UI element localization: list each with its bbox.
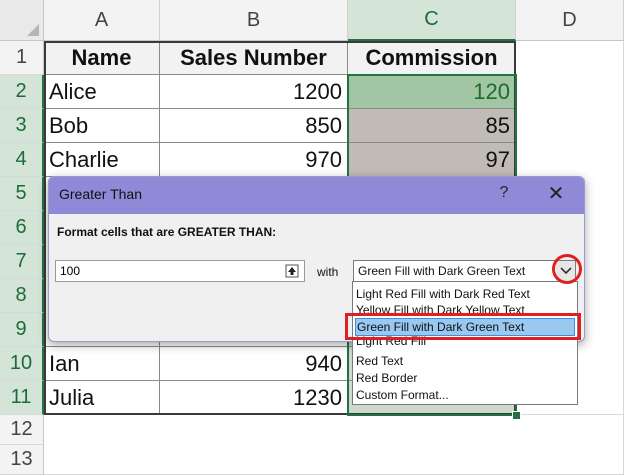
fill-handle[interactable] (512, 411, 521, 420)
column-header-a[interactable]: A (44, 0, 160, 41)
cell-b4[interactable]: 970 (160, 143, 348, 177)
empty-rows-12-13[interactable] (44, 415, 624, 475)
dropdown-option[interactable]: Red Border (355, 370, 576, 386)
dropdown-option[interactable]: Red Text (355, 353, 576, 369)
header-cell-commission[interactable]: Commission (348, 41, 516, 75)
cell-b3[interactable]: 850 (160, 109, 348, 143)
row-header-4[interactable]: 4 (0, 143, 44, 177)
column-header-b[interactable]: B (160, 0, 348, 41)
select-all-corner[interactable] (0, 0, 44, 41)
close-icon[interactable]: ✕ (545, 182, 567, 206)
row-header-10[interactable]: 10 (0, 347, 44, 381)
row-header-2[interactable]: 2 (0, 75, 44, 109)
row-header-13[interactable]: 13 (0, 445, 44, 475)
row-header-5[interactable]: 5 (0, 177, 44, 211)
format-select[interactable]: Green Fill with Dark Green Text (353, 260, 576, 282)
column-header-d[interactable]: D (516, 0, 624, 41)
row-header-12[interactable]: 12 (0, 415, 44, 445)
format-dropdown-list: Light Red Fill with Dark Red Text Yellow… (352, 281, 578, 405)
cell-a10[interactable]: Ian (44, 347, 160, 381)
dialog-title-bar[interactable]: Greater Than ? ✕ (49, 177, 584, 214)
cell-c4[interactable]: 97 (348, 143, 516, 177)
help-icon[interactable]: ? (494, 184, 514, 202)
cell-b11[interactable]: 1230 (160, 381, 348, 415)
collapse-dialog-button[interactable] (281, 261, 303, 281)
dialog-prompt: Format cells that are GREATER THAN: (57, 225, 276, 239)
row-header-1[interactable]: 1 (0, 41, 44, 75)
row-header-7[interactable]: 7 (0, 245, 44, 279)
dropdown-option[interactable]: Custom Format... (355, 387, 576, 403)
row-header-3[interactable]: 3 (0, 109, 44, 143)
dropdown-option-selected[interactable]: Green Fill with Dark Green Text (355, 318, 575, 336)
row-header-8[interactable]: 8 (0, 279, 44, 313)
cell-c2[interactable]: 120 (348, 75, 516, 109)
value-input[interactable]: 100 (55, 260, 305, 282)
column-header-c[interactable]: C (348, 0, 516, 41)
cell-a3[interactable]: Bob (44, 109, 160, 143)
dropdown-option[interactable]: Light Red Fill with Dark Red Text (355, 286, 576, 302)
header-cell-name[interactable]: Name (44, 41, 160, 75)
chevron-down-icon (560, 267, 572, 275)
dialog-title: Greater Than (59, 186, 142, 202)
with-label: with (317, 265, 338, 279)
cell-b2[interactable]: 1200 (160, 75, 348, 109)
select-all-triangle-icon (27, 24, 39, 36)
row-header-11[interactable]: 11 (0, 381, 44, 415)
row-header-9[interactable]: 9 (0, 313, 44, 347)
cell-a2[interactable]: Alice (44, 75, 160, 109)
dropdown-option[interactable]: Light Red Fill (355, 336, 576, 349)
cell-b10[interactable]: 940 (160, 347, 348, 381)
dropdown-option[interactable]: Yellow Fill with Dark Yellow Text (355, 302, 576, 314)
row-header-6[interactable]: 6 (0, 211, 44, 245)
cell-a11[interactable]: Julia (44, 381, 160, 415)
header-cell-sales-number[interactable]: Sales Number (160, 41, 348, 75)
range-selector-icon (285, 264, 299, 278)
cell-a4[interactable]: Charlie (44, 143, 160, 177)
cell-c3[interactable]: 85 (348, 109, 516, 143)
format-select-dropdown-button[interactable] (556, 261, 575, 281)
